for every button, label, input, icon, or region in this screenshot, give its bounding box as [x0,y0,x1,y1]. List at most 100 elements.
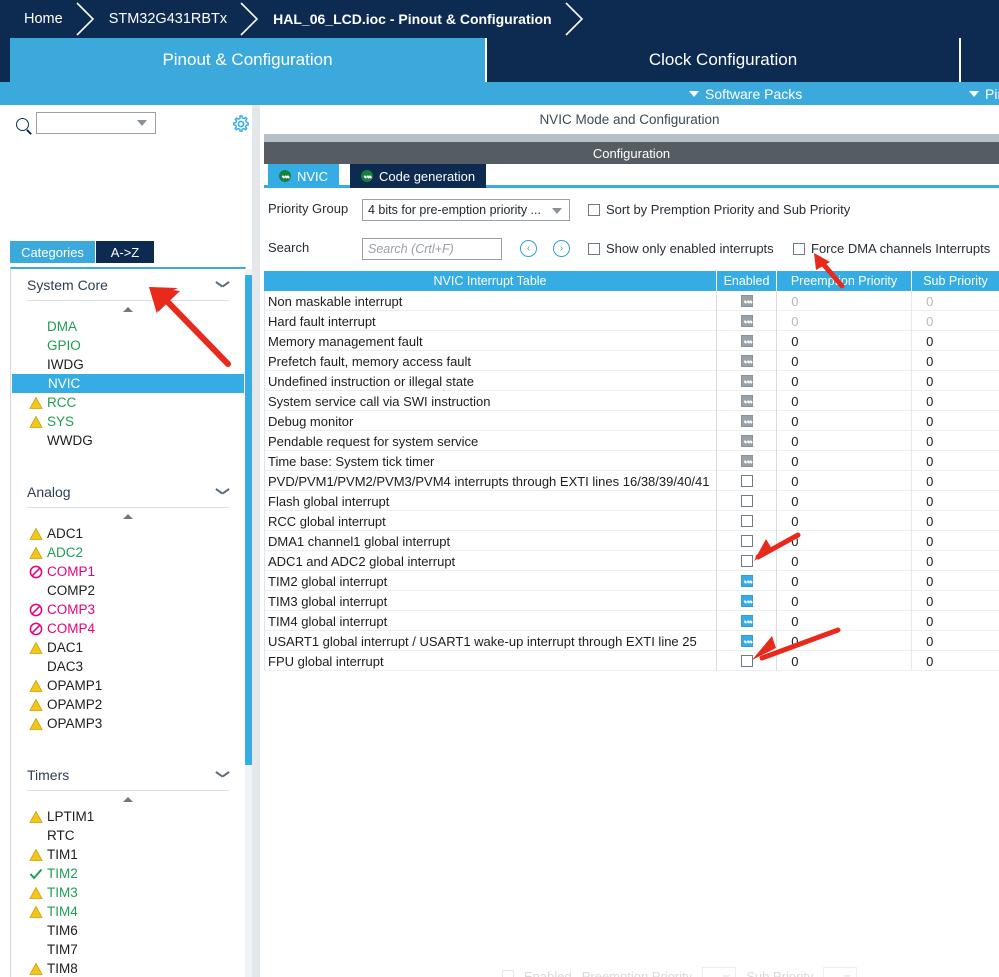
sidebar-item-tim6[interactable]: TIM6 [11,921,245,940]
preemption-priority-cell[interactable]: 0 [777,291,913,311]
table-row[interactable]: Debug monitor 0 0 [265,411,999,431]
breadcrumb-item-mcu[interactable]: STM32G431RBTx [99,0,237,38]
group-scroll-spinner[interactable] [11,791,245,807]
table-row[interactable]: PVD/PVM1/PVM2/PVM3/PVM4 interrupts throu… [265,471,999,491]
sidebar-item-comp4[interactable]: COMP4 [11,619,245,638]
table-row[interactable]: Prefetch fault, memory access fault 0 0 [265,351,999,371]
tab-nvic[interactable]: NVIC [268,164,340,188]
column-header-sub[interactable]: Sub Priority [912,271,999,291]
sidebar-search-input[interactable] [36,112,156,134]
sidebar-item-dac3[interactable]: DAC3 [11,657,245,676]
preemption-priority-cell[interactable]: 0 [777,491,913,511]
preemption-priority-cell[interactable]: 0 [777,591,913,611]
bottom-enabled-checkbox[interactable] [502,970,514,977]
sidebar-item-opamp3[interactable]: OPAMP3 [11,714,245,733]
interrupt-enabled-cell[interactable] [717,431,778,451]
checkbox-checked-icon[interactable] [740,595,753,607]
preemption-priority-cell[interactable]: 0 [777,611,913,631]
interrupt-enabled-cell[interactable] [717,591,778,611]
checkbox-unchecked-icon[interactable] [740,555,753,567]
table-row[interactable]: RCC global interrupt 0 0 [265,511,999,531]
sub-priority-cell[interactable]: 0 [912,371,999,391]
peripheral-group-header[interactable]: Timers [27,759,229,791]
preemption-priority-cell[interactable]: 0 [777,351,913,371]
sidebar-item-rtc[interactable]: RTC [11,826,245,845]
show-enabled-only-checkbox[interactable]: Show only enabled interrupts [588,241,774,256]
sidebar-item-tim1[interactable]: TIM1 [11,845,245,864]
sub-priority-cell[interactable]: 0 [912,411,999,431]
sidebar-item-tim7[interactable]: TIM7 [11,940,245,959]
preemption-priority-cell[interactable]: 0 [777,571,913,591]
checkbox-locked-icon[interactable] [740,375,753,387]
group-scroll-spinner[interactable] [11,508,245,524]
interrupt-enabled-cell[interactable] [717,651,778,671]
checkbox-checked-icon[interactable] [740,635,753,647]
sidebar-item-iwdg[interactable]: IWDG [11,355,245,374]
sidebar-item-comp2[interactable]: COMP2 [11,581,245,600]
checkbox-unchecked-icon[interactable] [740,515,753,527]
sub-priority-cell[interactable]: 0 [912,531,999,551]
tab-code-generation[interactable]: Code generation [350,164,487,188]
sidebar-item-tim4[interactable]: TIM4 [11,902,245,921]
interrupt-enabled-cell[interactable] [717,331,778,351]
sidebar-item-adc1[interactable]: ADC1 [11,524,245,543]
table-row[interactable]: Flash global interrupt 0 0 [265,491,999,511]
spinner-up-icon[interactable] [123,796,133,802]
peripheral-list[interactable]: System Core DMA GPIO IWDG NVIC RCC SYS WWDG Anal… [10,267,246,977]
interrupt-enabled-cell[interactable] [717,531,778,551]
checkbox-locked-icon[interactable] [740,435,753,447]
preemption-priority-cell[interactable]: 0 [777,391,913,411]
force-dma-checkbox[interactable]: Force DMA channels Interrupts [793,241,990,256]
table-row[interactable]: Time base: System tick timer 0 0 [265,451,999,471]
peripheral-group-header[interactable]: Analog [27,476,229,508]
interrupt-enabled-cell[interactable] [717,511,778,531]
sort-by-priority-checkbox[interactable]: Sort by Premption Priority and Sub Prior… [588,202,850,217]
column-header-name[interactable]: NVIC Interrupt Table [264,271,717,291]
preemption-priority-cell[interactable]: 0 [777,631,913,651]
checkbox-locked-icon[interactable] [740,335,753,347]
tab-project-manager[interactable] [959,38,999,82]
preemption-priority-cell[interactable]: 0 [777,511,913,531]
tab-categories[interactable]: Categories [10,241,95,263]
checkbox-locked-icon[interactable] [740,295,753,307]
tab-clock-configuration[interactable]: Clock Configuration [485,38,959,82]
interrupt-enabled-cell[interactable] [717,611,778,631]
sidebar-item-opamp1[interactable]: OPAMP1 [11,676,245,695]
sub-priority-cell[interactable]: 0 [912,471,999,491]
table-row[interactable]: Pendable request for system service 0 0 [265,431,999,451]
table-row[interactable]: Non maskable interrupt 0 0 [265,291,999,311]
checkbox-unchecked-icon[interactable] [740,655,753,667]
preemption-priority-cell[interactable]: 0 [777,471,913,491]
sub-priority-cell[interactable]: 0 [912,571,999,591]
sub-priority-cell[interactable]: 0 [912,611,999,631]
table-row[interactable]: Memory management fault 0 0 [265,331,999,351]
preemption-priority-cell[interactable]: 0 [777,551,913,571]
sidebar-item-tim8[interactable]: TIM8 [11,959,245,977]
table-row[interactable]: FPU global interrupt 0 0 [265,651,999,671]
interrupt-enabled-cell[interactable] [717,371,778,391]
preemption-priority-cell[interactable]: 0 [777,331,913,351]
checkbox-checked-icon[interactable] [740,615,753,627]
checkbox-unchecked-icon[interactable] [740,475,753,487]
group-scroll-spinner[interactable] [11,301,245,317]
sub-priority-cell[interactable]: 0 [912,351,999,371]
breadcrumb-item-home[interactable]: Home [0,0,73,38]
interrupt-enabled-cell[interactable] [717,451,778,471]
checkbox-unchecked-icon[interactable] [740,535,753,547]
sub-priority-cell[interactable]: 0 [912,631,999,651]
checkbox-checked-icon[interactable] [740,575,753,587]
interrupt-enabled-cell[interactable] [717,491,778,511]
gear-icon[interactable] [232,115,250,133]
spinner-up-icon[interactable] [123,513,133,519]
sidebar-item-comp1[interactable]: COMP1 [11,562,245,581]
sub-priority-cell[interactable]: 0 [912,491,999,511]
table-row[interactable]: Hard fault interrupt 0 0 [265,311,999,331]
sidebar-item-gpio[interactable]: GPIO [11,336,245,355]
sub-priority-cell[interactable]: 0 [912,391,999,411]
preemption-priority-cell[interactable]: 0 [777,651,913,671]
checkbox-locked-icon[interactable] [740,355,753,367]
pinout-menu[interactable]: Pino [969,82,999,105]
software-packs-menu[interactable]: Software Packs [689,82,802,105]
interrupt-enabled-cell[interactable] [717,551,778,571]
preemption-priority-cell[interactable]: 0 [777,371,913,391]
